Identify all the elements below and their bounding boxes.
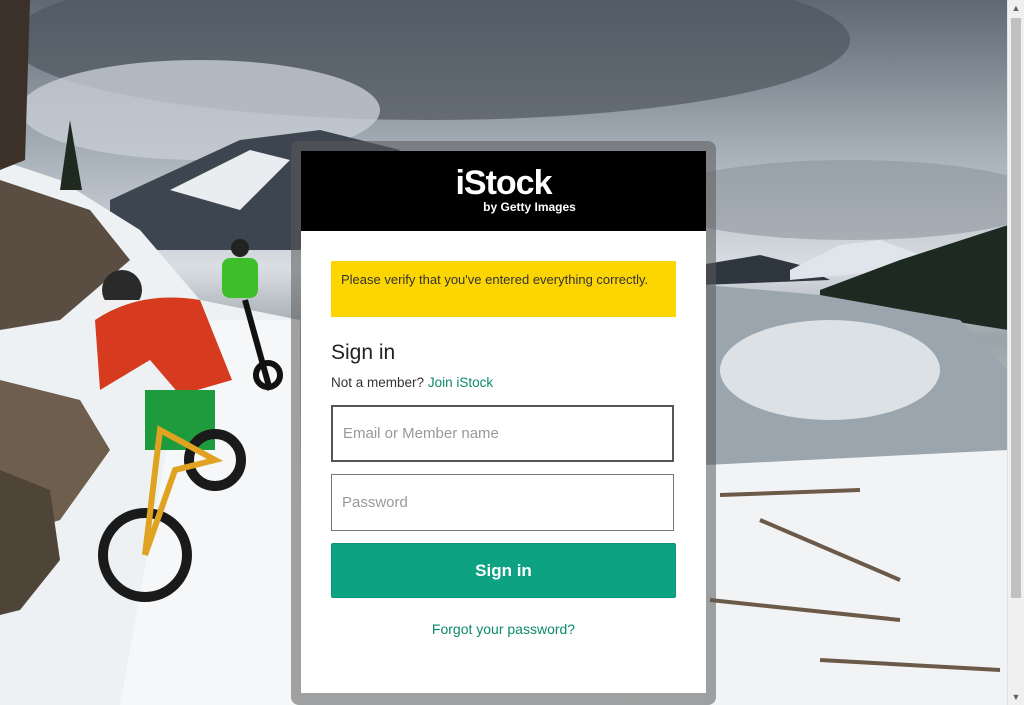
logo-subtext: by Getty Images bbox=[483, 200, 576, 214]
scrollbar-thumb[interactable] bbox=[1011, 18, 1021, 598]
not-member-text: Not a member? bbox=[331, 375, 425, 390]
vertical-scrollbar[interactable]: ▲ ▼ bbox=[1007, 0, 1024, 705]
signin-button[interactable]: Sign in bbox=[331, 543, 676, 598]
join-istock-link[interactable]: Join iStock bbox=[428, 375, 493, 390]
forgot-password-link[interactable]: Forgot your password? bbox=[301, 621, 706, 637]
scroll-up-icon[interactable]: ▲ bbox=[1008, 0, 1024, 16]
password-field[interactable] bbox=[331, 474, 674, 531]
membership-prompt: Not a member? Join iStock bbox=[331, 375, 493, 390]
signin-title: Sign in bbox=[331, 341, 396, 364]
istock-logo: iStock bbox=[455, 164, 552, 202]
validation-alert: Please verify that you've entered everyt… bbox=[331, 261, 676, 317]
signin-modal: iStock by Getty Images Please verify tha… bbox=[301, 151, 706, 693]
scroll-down-icon[interactable]: ▼ bbox=[1008, 689, 1024, 705]
email-field[interactable] bbox=[331, 405, 674, 462]
brand-header: iStock by Getty Images bbox=[301, 151, 706, 231]
